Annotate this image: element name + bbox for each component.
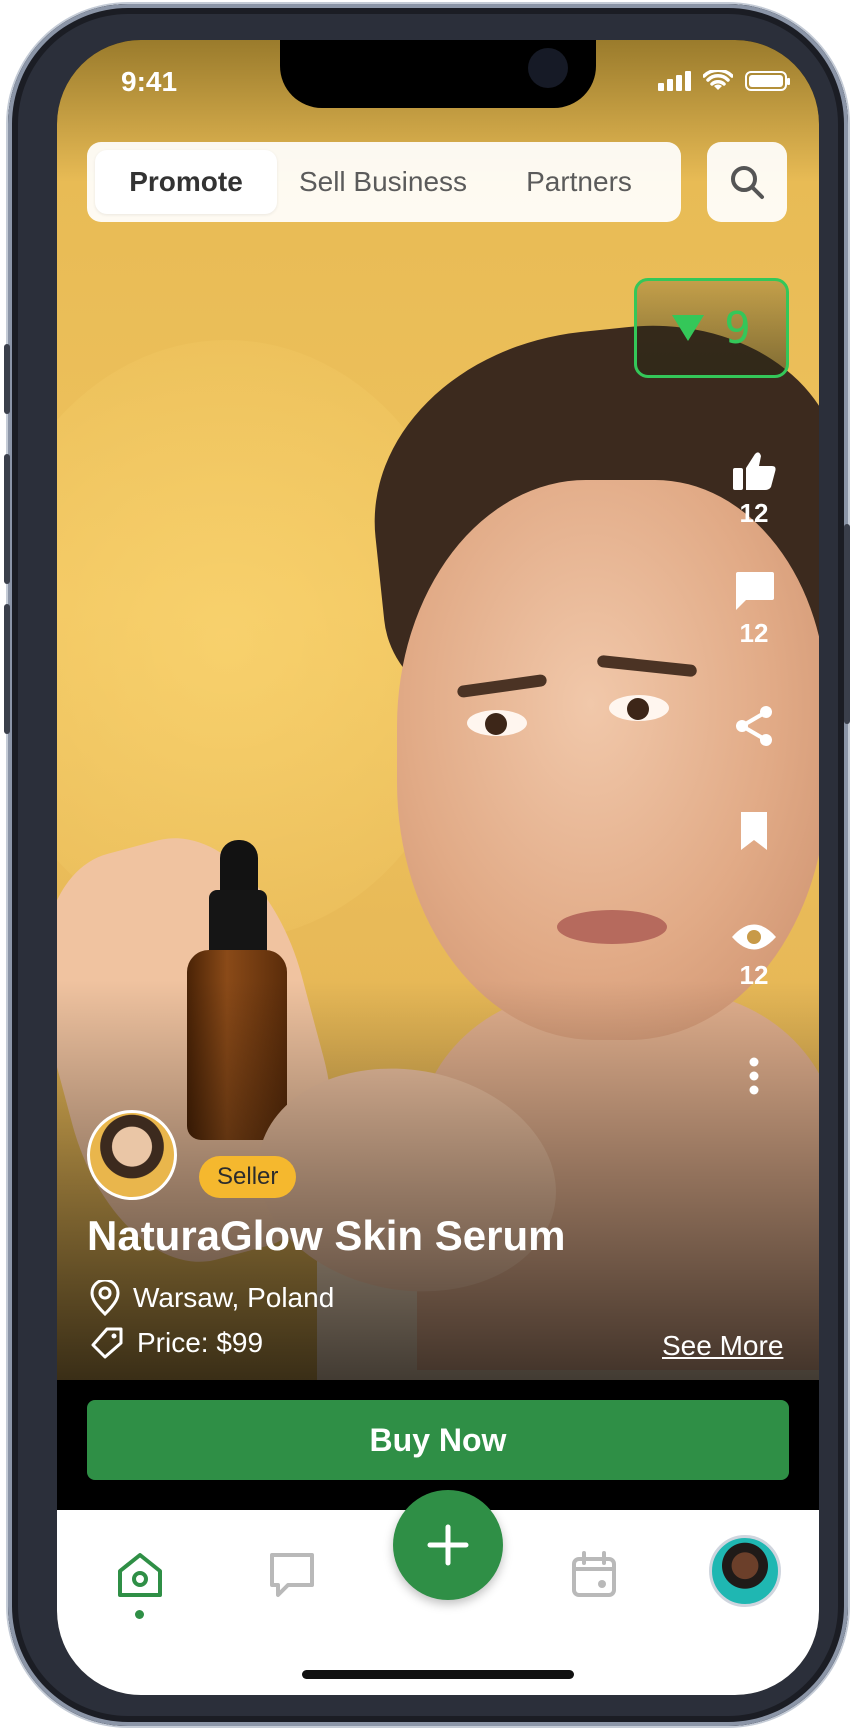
tab-partners[interactable]: Partners (489, 150, 669, 214)
active-indicator (135, 1610, 144, 1619)
chat-icon (270, 1553, 314, 1597)
share-action[interactable] (722, 704, 786, 748)
volume-down-button (4, 604, 10, 734)
counter-value: 9 (724, 302, 751, 354)
views-count: 12 (739, 960, 769, 990)
buy-now-button[interactable]: Buy Now (87, 1400, 789, 1480)
profile-avatar[interactable] (709, 1535, 781, 1607)
see-more-link[interactable]: See More (662, 1330, 783, 1362)
price-row: Price: $99 (89, 1325, 263, 1361)
comment-count: 12 (739, 618, 769, 648)
cellular-signal-icon (658, 71, 691, 91)
nav-calendar[interactable] (559, 1540, 629, 1610)
top-tab-bar: Promote Sell Business Partners (87, 142, 681, 222)
like-action[interactable]: 12 (722, 450, 786, 529)
nav-home[interactable] (105, 1540, 175, 1610)
search-button[interactable] (707, 142, 787, 222)
battery-icon (745, 71, 790, 91)
location-text: Warsaw, Poland (133, 1282, 335, 1313)
add-icon (427, 1524, 469, 1566)
more-vertical-icon (749, 1057, 759, 1095)
status-icons (658, 70, 790, 92)
location-pin-icon (90, 1280, 120, 1316)
tab-sell-business[interactable]: Sell Business (277, 150, 489, 214)
eye-icon (732, 924, 776, 950)
views-action[interactable]: 12 (722, 920, 786, 991)
calendar-icon (572, 1551, 616, 1597)
like-count: 12 (739, 498, 769, 528)
screen: 9:41 Promote Sell Business Partners 9 12… (57, 40, 819, 1695)
notch (280, 40, 596, 108)
thumbs-up-icon (733, 452, 776, 490)
home-icon (118, 1553, 162, 1597)
more-action[interactable] (722, 1056, 786, 1096)
price-tag-icon (91, 1327, 123, 1359)
share-icon (736, 706, 772, 746)
status-time: 9:41 (121, 66, 178, 97)
front-camera (528, 48, 568, 88)
score-counter[interactable]: 9 (634, 278, 789, 378)
create-post-button[interactable] (393, 1490, 503, 1600)
bookmark-action[interactable] (722, 810, 786, 852)
phone-frame: 9:41 Promote Sell Business Partners 9 12… (4, 4, 850, 1726)
seller-avatar[interactable] (87, 1110, 177, 1200)
volume-up-button (4, 454, 10, 584)
home-indicator[interactable] (302, 1670, 574, 1679)
product-title: NaturaGlow Skin Serum (87, 1212, 566, 1259)
price-text: Price: $99 (137, 1327, 264, 1358)
tab-promote[interactable]: Promote (95, 150, 277, 214)
triangle-down-icon (672, 315, 705, 341)
nav-messages[interactable] (257, 1540, 327, 1610)
power-button (844, 524, 850, 724)
location-row: Warsaw, Poland (89, 1280, 334, 1316)
seller-badge: Seller (199, 1156, 297, 1198)
search-icon (731, 166, 764, 199)
bookmark-icon (741, 812, 767, 850)
comment-action[interactable]: 12 (722, 570, 786, 649)
comment-icon (736, 572, 774, 610)
wifi-icon (703, 70, 733, 90)
mute-switch (4, 344, 10, 414)
